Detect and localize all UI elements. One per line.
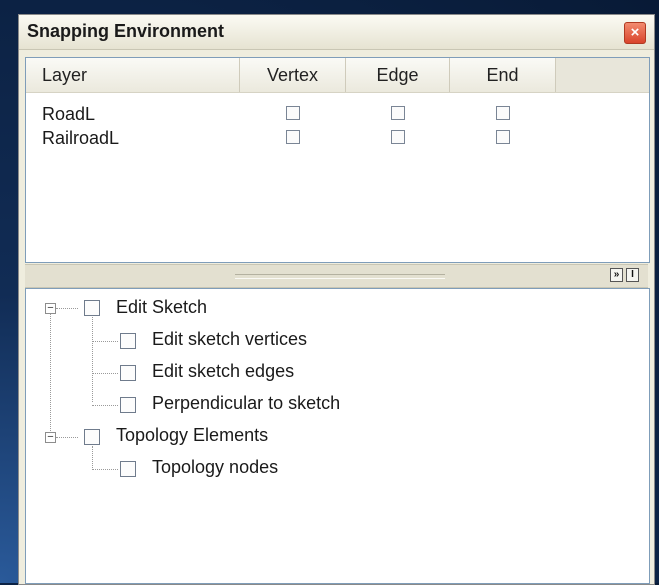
tree-connector <box>50 313 51 435</box>
collapse-button[interactable]: » <box>610 268 623 282</box>
restore-icon: I <box>631 269 634 280</box>
close-button[interactable]: × <box>624 22 646 44</box>
edge-checkbox[interactable] <box>391 130 405 144</box>
perpendicular-to-sketch-checkbox[interactable] <box>120 397 136 413</box>
tree-item-topology-elements[interactable]: Topology Elements <box>116 425 268 446</box>
tree-item-edit-sketch-edges[interactable]: Edit sketch edges <box>152 361 294 382</box>
edge-checkbox[interactable] <box>391 106 405 120</box>
collapse-toggle[interactable]: − <box>45 432 56 443</box>
tree-item-perpendicular-to-sketch[interactable]: Perpendicular to sketch <box>152 393 340 414</box>
end-checkbox[interactable] <box>496 130 510 144</box>
tree-connector <box>92 373 118 374</box>
column-header-vertex[interactable]: Vertex <box>240 58 346 92</box>
collapse-toggle[interactable]: − <box>45 303 56 314</box>
splitter-grip[interactable] <box>235 274 445 279</box>
tree-item-edit-sketch[interactable]: Edit Sketch <box>116 297 207 318</box>
tree-item-edit-sketch-vertices[interactable]: Edit sketch vertices <box>152 329 307 350</box>
panel-splitter[interactable]: » I <box>25 264 648 288</box>
tree-item-topology-nodes[interactable]: Topology nodes <box>152 457 278 478</box>
tree-connector <box>92 446 93 468</box>
column-header-end[interactable]: End <box>450 58 556 92</box>
table-row[interactable]: RoadL <box>26 102 649 128</box>
topology-nodes-checkbox[interactable] <box>120 461 136 477</box>
snapping-options-tree: − Edit Sketch Edit sketch vertices Edit … <box>25 288 650 584</box>
tree-connector <box>56 308 78 309</box>
minus-icon: − <box>47 302 54 314</box>
edit-sketch-vertices-checkbox[interactable] <box>120 333 136 349</box>
close-icon: × <box>630 24 640 41</box>
tree-connector <box>92 341 118 342</box>
layer-name: RoadL <box>42 104 96 124</box>
tree-connector <box>92 469 118 470</box>
title-bar[interactable]: Snapping Environment × <box>19 15 654 50</box>
edit-sketch-edges-checkbox[interactable] <box>120 365 136 381</box>
table-header: Layer Vertex Edge End <box>26 58 649 93</box>
edit-sketch-checkbox[interactable] <box>84 300 100 316</box>
layer-name: RailroadL <box>42 128 120 148</box>
vertex-checkbox[interactable] <box>286 106 300 120</box>
table-row[interactable]: RailroadL <box>26 126 649 152</box>
vertex-checkbox[interactable] <box>286 130 300 144</box>
column-header-layer[interactable]: Layer <box>26 58 240 92</box>
restore-button[interactable]: I <box>626 268 639 282</box>
tree-connector <box>56 437 78 438</box>
tree-connector <box>92 317 93 402</box>
layer-snapping-table: Layer Vertex Edge End RoadL RailroadL <box>25 57 650 263</box>
tree-connector <box>92 405 118 406</box>
window-title: Snapping Environment <box>27 21 225 41</box>
snapping-environment-window: Snapping Environment × Layer Vertex Edge… <box>18 14 655 585</box>
header-filler <box>556 58 649 92</box>
end-checkbox[interactable] <box>496 106 510 120</box>
topology-elements-checkbox[interactable] <box>84 429 100 445</box>
minus-icon: − <box>47 431 54 443</box>
collapse-icon: » <box>613 269 620 280</box>
column-header-edge[interactable]: Edge <box>346 58 450 92</box>
